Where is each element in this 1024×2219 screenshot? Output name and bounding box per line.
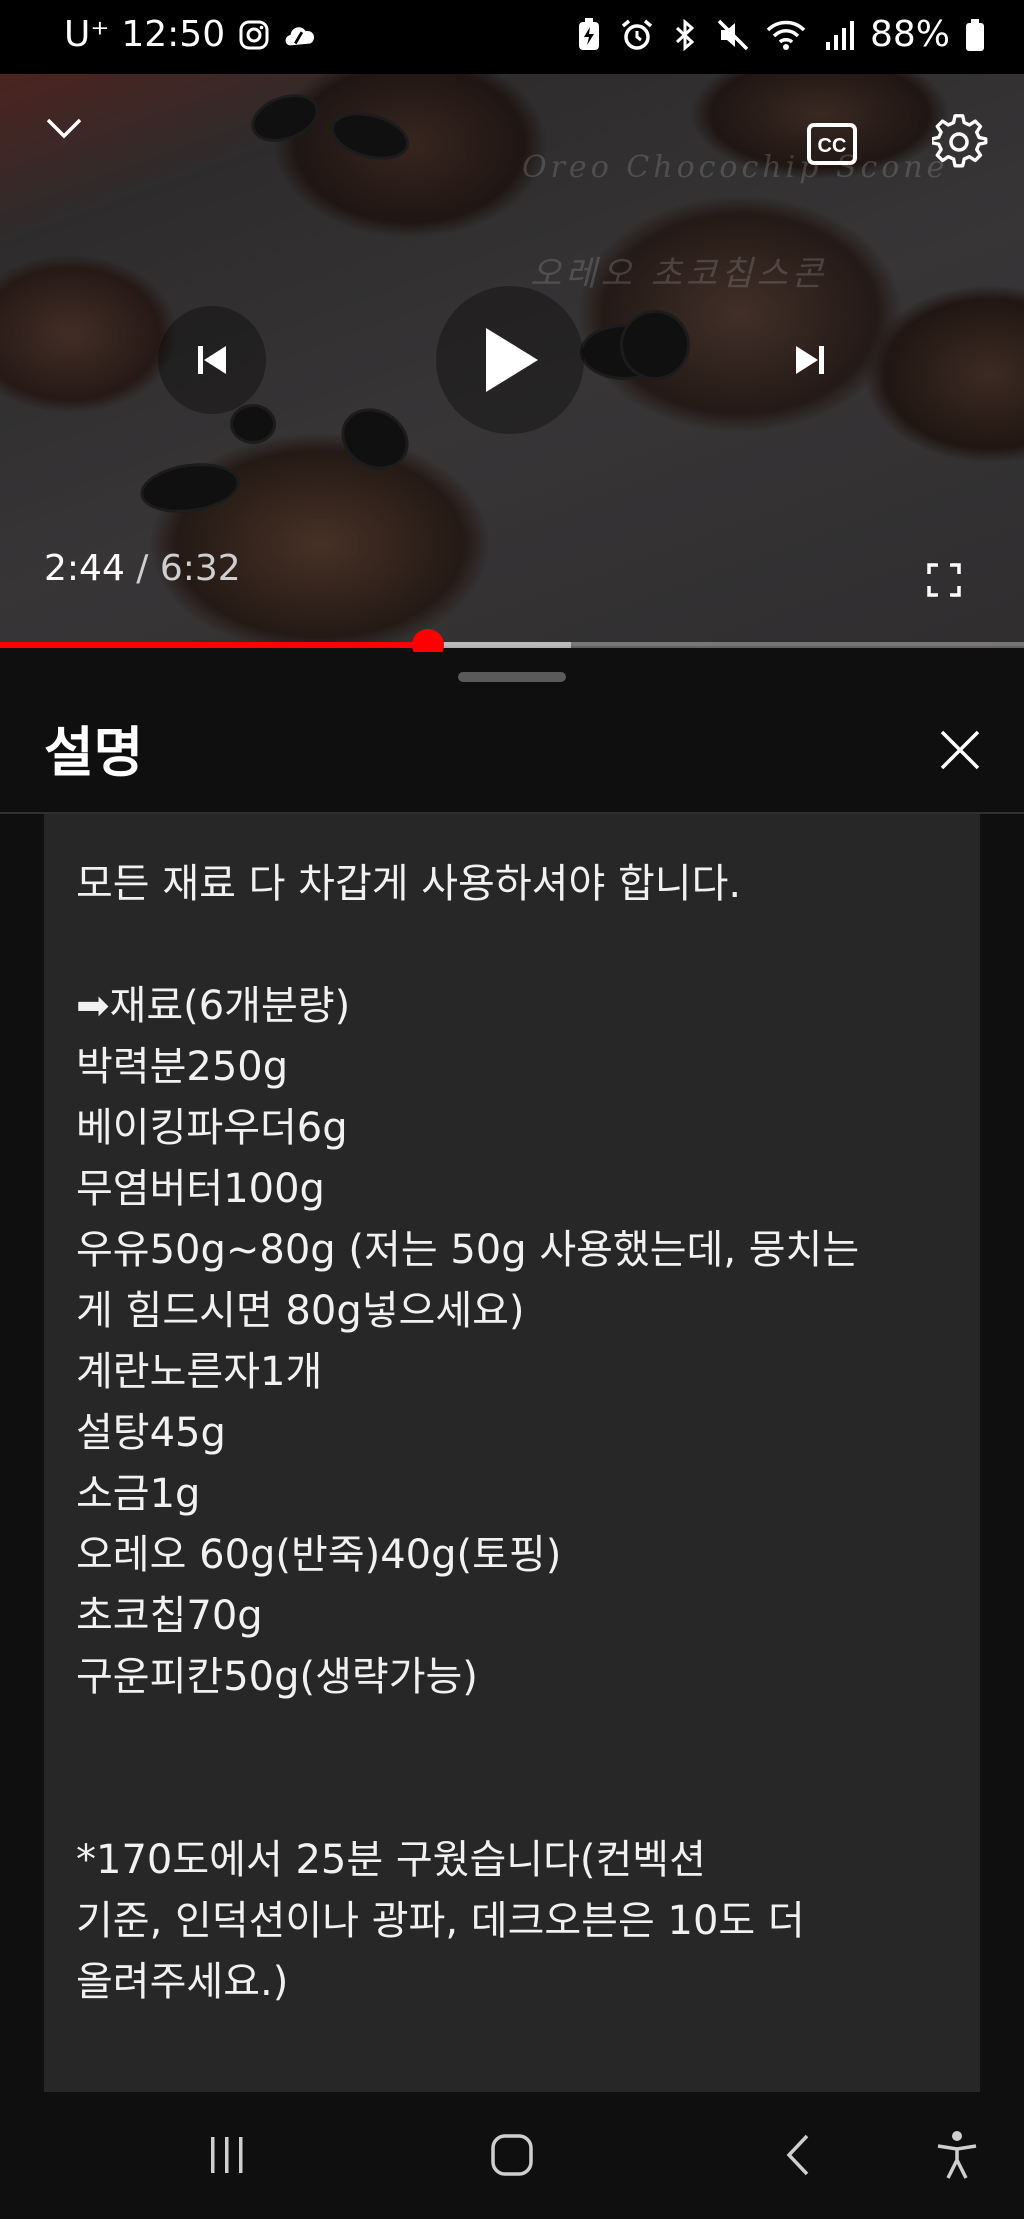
- instagram-icon: [237, 15, 271, 55]
- mute-icon: [716, 15, 750, 55]
- description-line: *170도에서 25분 구웠습니다(컨벡션: [76, 1837, 706, 1883]
- description-line: 소금1g: [76, 1471, 201, 1517]
- previous-button[interactable]: [158, 306, 266, 414]
- system-nav-bar: [0, 2092, 1024, 2219]
- svg-text:CC: CC: [818, 135, 847, 157]
- home-button[interactable]: [467, 2110, 557, 2200]
- description-line: ----------------------------------------…: [76, 2074, 950, 2092]
- description-line: 모든 재료 다 차갑게 사용하셔야 합니다.: [76, 861, 742, 907]
- description-line: [76, 1708, 950, 1769]
- description-line: [76, 1769, 950, 1830]
- captions-button[interactable]: CC: [800, 116, 864, 172]
- description-line: 올려주세요.): [76, 1959, 289, 2005]
- close-button[interactable]: [932, 722, 988, 778]
- back-button[interactable]: [754, 2110, 844, 2200]
- home-icon: [491, 2134, 533, 2176]
- clock: 12:50: [121, 14, 226, 55]
- description-line: 박력분250g: [76, 1044, 289, 1090]
- description-line: 베이킹파우더6g: [76, 1105, 348, 1151]
- description-line: 기준, 인덕션이나 광파, 데크오븐은 10도 더: [76, 1898, 805, 1944]
- description-line: 우유50g~80g (저는 50g 사용했는데, 뭉치는: [76, 1227, 860, 1273]
- chevron-down-icon: [46, 118, 82, 139]
- recent-apps-button[interactable]: [182, 2110, 272, 2200]
- accessibility-button[interactable]: [912, 2110, 1002, 2200]
- battery-percent: 88%: [869, 14, 950, 55]
- cloud-app-icon: [283, 15, 317, 55]
- description-line: 초코칩70g: [76, 1593, 263, 1639]
- back-icon: [786, 2134, 809, 2176]
- status-bar: U⁺ 12:50 88%: [0, 0, 1024, 74]
- settings-button[interactable]: [928, 110, 992, 174]
- video-player[interactable]: Oreo Chocochip Scone 오레오 초코칩스콘 CC 2:44 /…: [0, 74, 1024, 646]
- current-time: 2:44: [44, 548, 125, 589]
- collapse-button[interactable]: [36, 100, 92, 156]
- play-button[interactable]: [436, 286, 584, 434]
- close-icon: [940, 730, 980, 770]
- played-bar: [0, 642, 429, 648]
- description-text[interactable]: 모든 재료 다 차갑게 사용하셔야 합니다. ➡재료(6개분량) 박력분250g 베이…: [44, 814, 980, 2092]
- description-line: ➡재료(6개분량): [76, 983, 351, 1029]
- description-line: 설탕45g: [76, 1410, 226, 1456]
- recent-apps-icon: [211, 2137, 243, 2173]
- time-display: 2:44 / 6:32: [44, 548, 241, 589]
- description-line: 게 힘드시면 80g넣으세요): [76, 1288, 525, 1334]
- alarm-icon: [620, 15, 654, 55]
- gear-icon: [932, 114, 988, 168]
- description-line: 오레오 60g(반죽)40g(토핑): [76, 1532, 562, 1578]
- fullscreen-icon: [927, 563, 961, 597]
- next-button[interactable]: [756, 306, 864, 414]
- seek-bar[interactable]: [0, 629, 1024, 661]
- description-line: [76, 915, 950, 976]
- drag-handle[interactable]: [458, 672, 566, 682]
- description-line: 계란노른자1개: [76, 1349, 323, 1395]
- description-line: [76, 2013, 950, 2074]
- sheet-title: 설명: [44, 721, 144, 784]
- fullscreen-button[interactable]: [918, 554, 970, 606]
- description-line: 무염버터100g: [76, 1166, 325, 1212]
- skip-next-icon: [796, 346, 824, 374]
- skip-previous-icon: [198, 346, 226, 374]
- captions-icon: CC: [807, 123, 857, 165]
- accessibility-icon: [937, 2131, 977, 2179]
- carrier-label: U⁺: [64, 14, 110, 55]
- play-icon: [486, 328, 538, 392]
- bluetooth-icon: [668, 15, 702, 55]
- battery-saver-icon: [572, 15, 606, 55]
- description-sheet: 설명 모든 재료 다 차갑게 사용하셔야 합니다. ➡재료(6개분량) 박력분250…: [0, 652, 1024, 2092]
- duration: 6:32: [159, 548, 241, 589]
- description-line: 구운피칸50g(생략가능): [76, 1654, 478, 1700]
- signal-icon: [822, 15, 856, 55]
- battery-icon: [964, 15, 986, 55]
- wifi-icon: [764, 15, 808, 55]
